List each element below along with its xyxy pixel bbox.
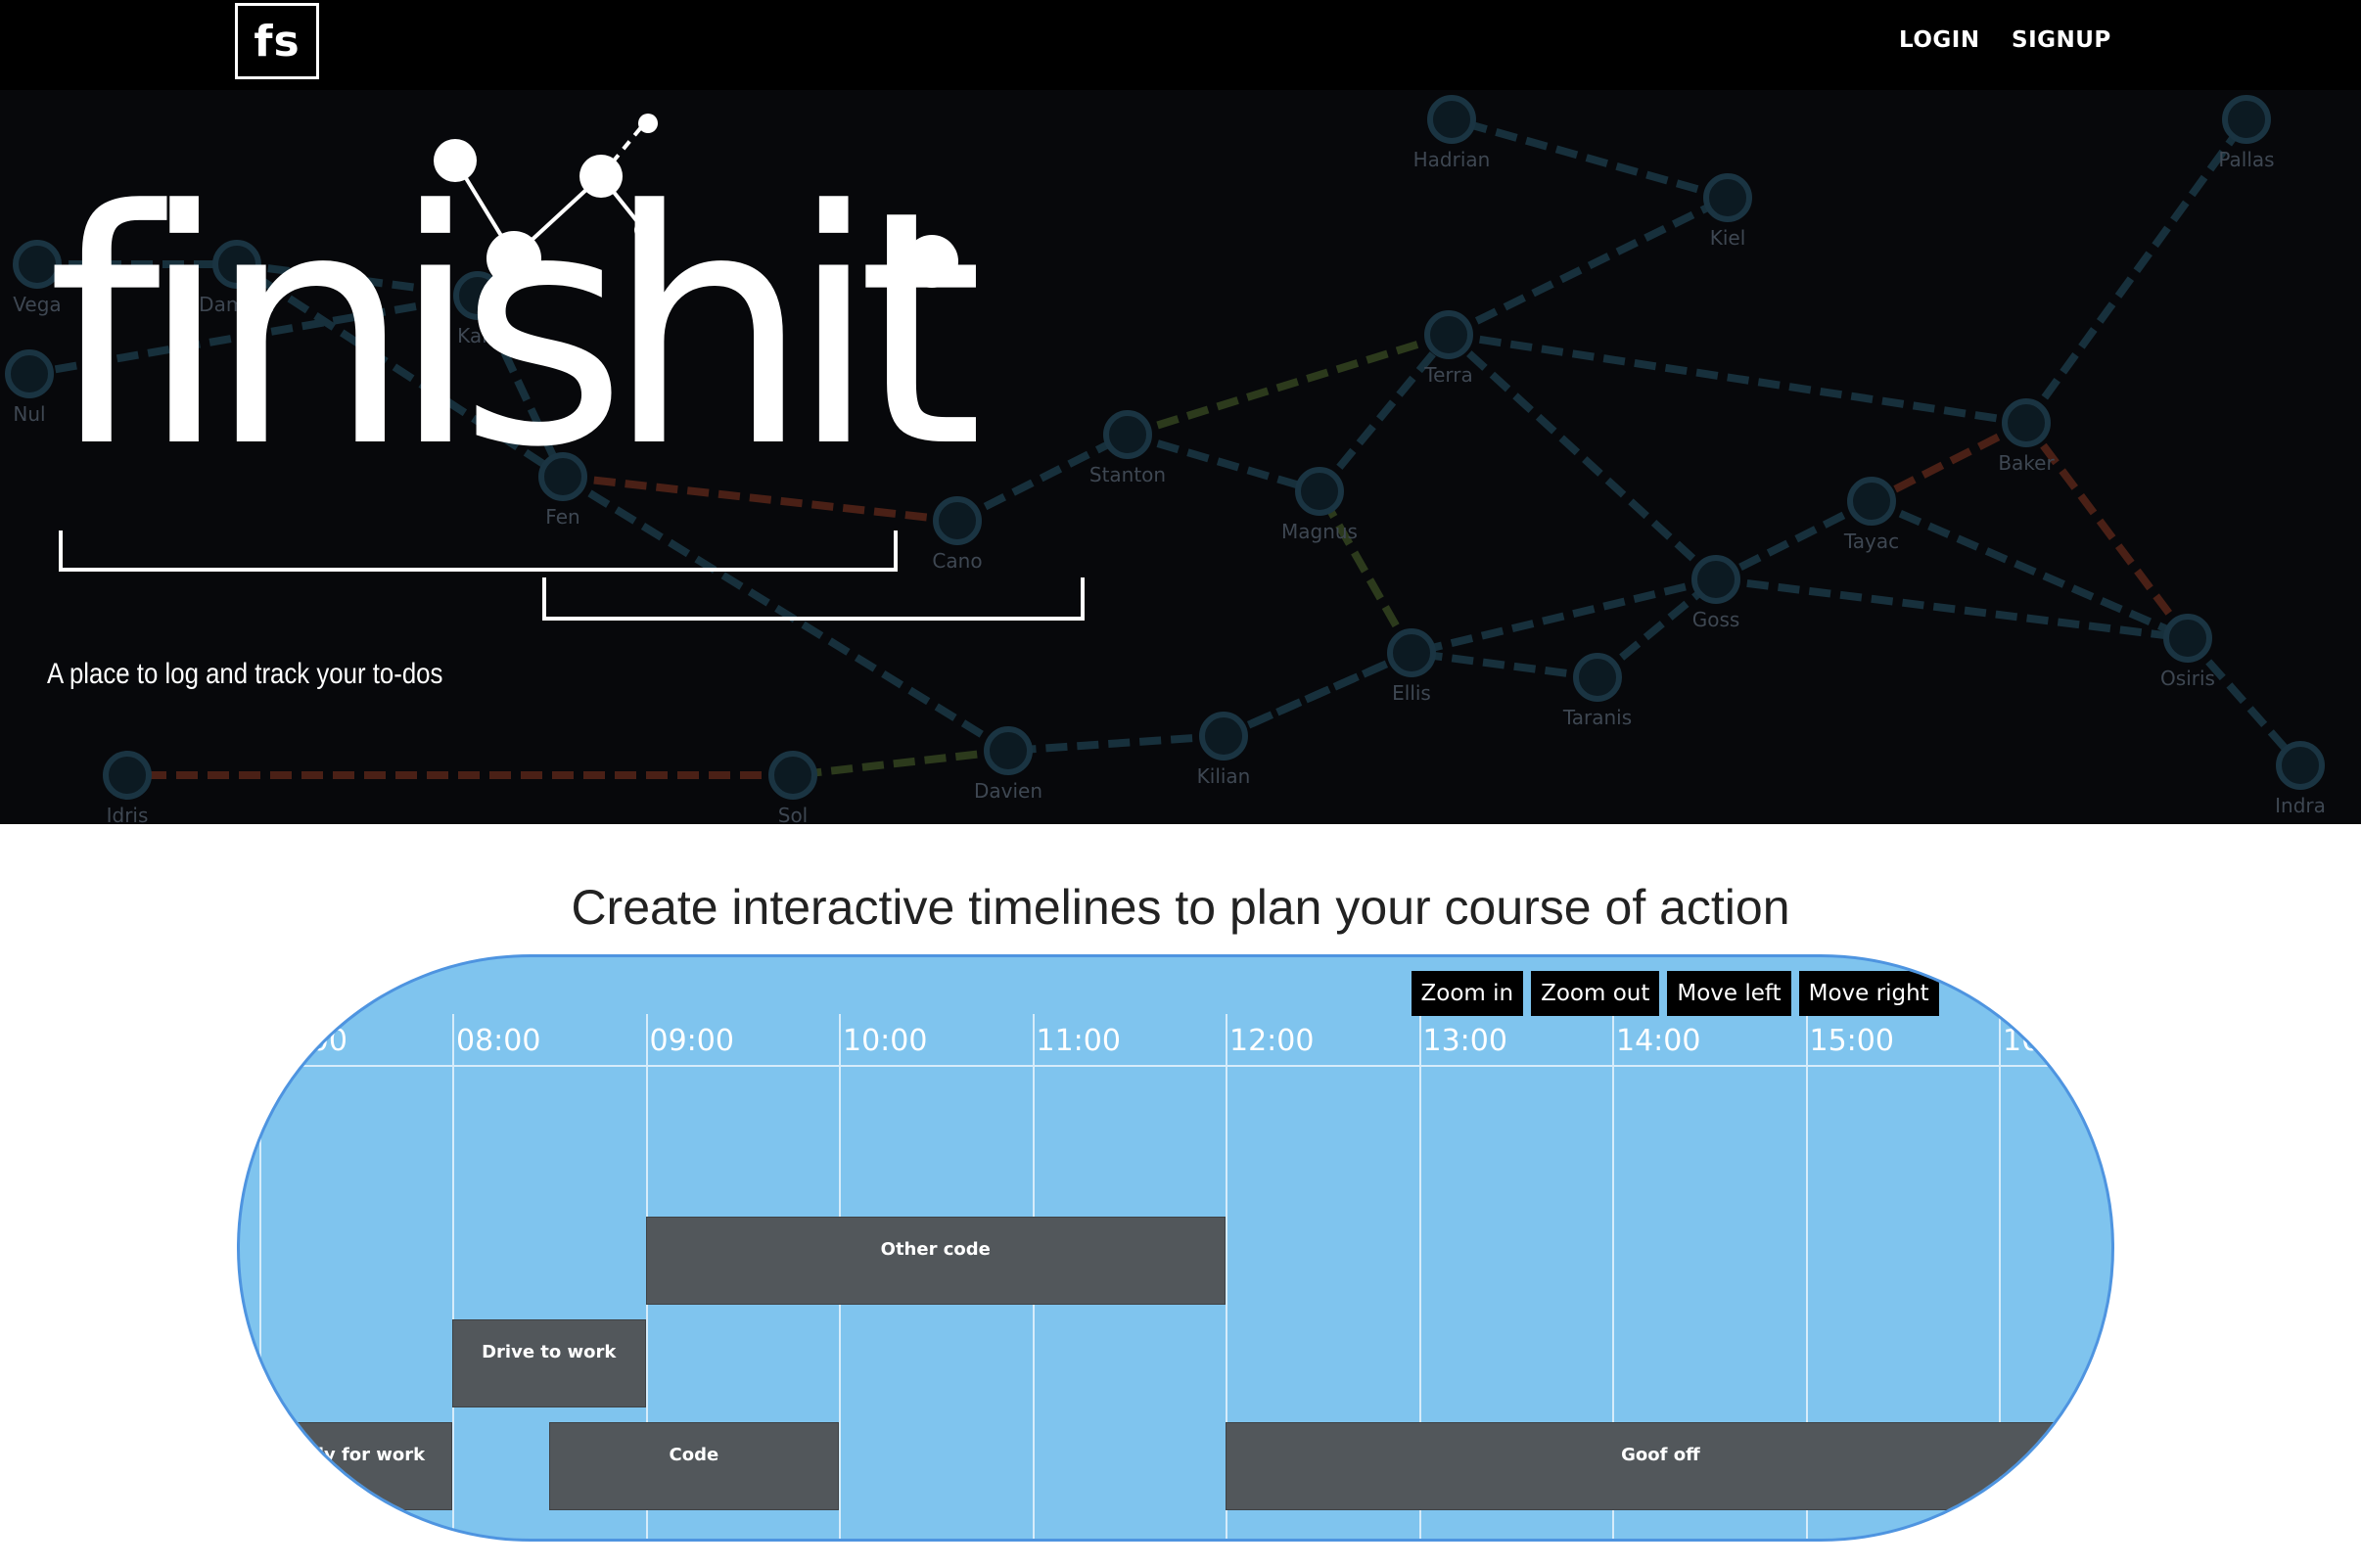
network-edge: [1411, 649, 1598, 681]
hour-label: 09:00: [649, 1024, 734, 1058]
login-link[interactable]: LOGIN: [1899, 27, 1980, 53]
network-node: [1427, 95, 1476, 144]
hour-label: 14:00: [1616, 1024, 1701, 1058]
network-node: [2276, 741, 2325, 790]
network-node-label: Osiris: [2160, 667, 2215, 690]
section-title: Create interactive timelines to plan you…: [571, 880, 1790, 935]
hero-banner: Vega Damian Kalli Nul Fen Cano Stanton Magnus Ha…: [0, 90, 2361, 824]
network-node: [1703, 173, 1752, 222]
move-left-button[interactable]: Move left: [1667, 971, 1791, 1016]
tagline: A place to log and track your to-dos: [47, 658, 443, 690]
network-node-label: Kilian: [1197, 764, 1251, 788]
network-node-label: Magnus: [1281, 520, 1358, 543]
network-node: [1295, 467, 1344, 516]
logo-wordmark: finishit: [47, 142, 984, 518]
timeline-controls: Zoom in Zoom out Move left Move right: [1411, 971, 1939, 1016]
hour-label: 16:00: [2003, 1024, 2088, 1058]
network-node: [2222, 95, 2271, 144]
hour-label: 08:00: [456, 1024, 541, 1058]
brand-logo[interactable]: fs: [235, 3, 319, 79]
network-node-label: Tayac: [1843, 530, 1899, 553]
finishit-logo: finishit: [0, 90, 1175, 824]
hour-label: 13:00: [1422, 1024, 1507, 1058]
timeline-item[interactable]: Drive to work: [452, 1319, 646, 1407]
network-node-label: Hadrian: [1413, 148, 1491, 171]
network-node-label: Baker: [1998, 451, 2055, 475]
time-axis: [240, 1065, 2111, 1067]
network-node: [2002, 398, 2051, 447]
network-edge: [1126, 331, 1451, 438]
navbar: fs LOGIN SIGNUP: [0, 0, 2361, 90]
network-node-label: Kiel: [1710, 226, 1746, 250]
network-edge: [2185, 635, 2303, 768]
timeline-widget[interactable]: 07:00 08:00 09:00 10:00 11:00 12:00 13:00 14:00…: [237, 954, 2114, 1542]
hour-gridline: [452, 1014, 454, 1539]
timeline-item[interactable]: Code: [548, 1422, 839, 1510]
network-node: [1424, 310, 1473, 359]
network-node: [1387, 628, 1436, 677]
timeline-item[interactable]: Goof off: [1226, 1422, 2096, 1510]
hour-label: 15:00: [1809, 1024, 1894, 1058]
network-node: [1847, 477, 1896, 526]
zoom-in-button[interactable]: Zoom in: [1411, 971, 1524, 1016]
network-edge: [1448, 331, 2027, 427]
network-edge: [1447, 194, 1730, 339]
network-node-label: Goss: [1692, 608, 1740, 631]
network-node: [1573, 653, 1622, 702]
network-node: [2163, 614, 2212, 663]
network-node: [1199, 712, 1248, 761]
signup-link[interactable]: SIGNUP: [2012, 27, 2111, 53]
network-edge: [1316, 489, 1415, 655]
hour-label: 10:00: [843, 1024, 928, 1058]
network-node-label: Indra: [2275, 794, 2326, 817]
network-edge: [1450, 115, 1730, 202]
network-node-label: Pallas: [2218, 148, 2274, 171]
network-node-label: Ellis: [1392, 681, 1431, 705]
zoom-out-button[interactable]: Zoom out: [1531, 971, 1660, 1016]
network-node: [1691, 555, 1740, 604]
timeline-item[interactable]: Other code: [645, 1217, 1226, 1305]
hour-label: 07:00: [262, 1024, 347, 1058]
network-node-label: Taranis: [1562, 706, 1632, 729]
timeline-item[interactable]: Get ready for work: [240, 1422, 452, 1510]
network-edge: [2022, 116, 2250, 426]
move-right-button[interactable]: Move right: [1798, 971, 1939, 1016]
network-node-label: Terra: [1423, 363, 1472, 387]
hour-label: 12:00: [1229, 1024, 1315, 1058]
hour-label: 11:00: [1036, 1024, 1121, 1058]
